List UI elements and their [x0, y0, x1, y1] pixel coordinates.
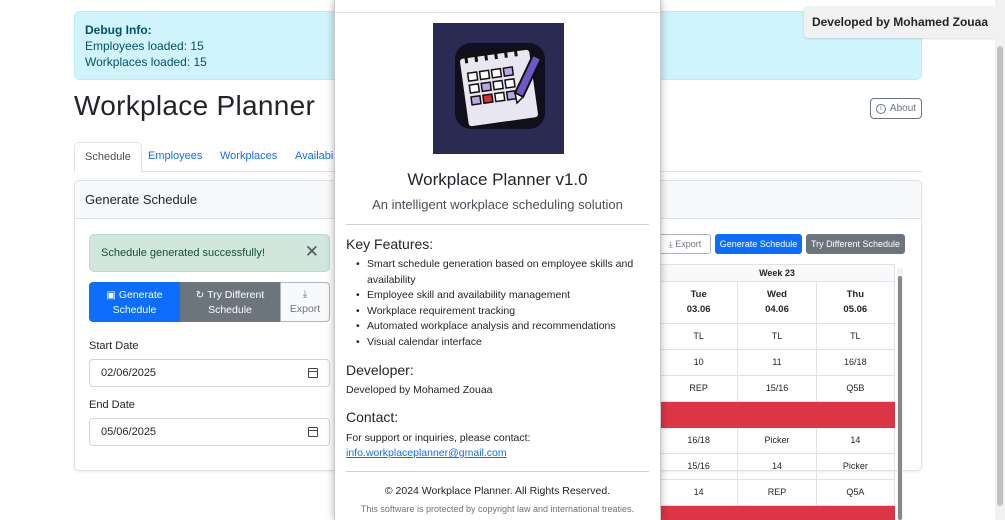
close-icon[interactable]: ✕ [305, 235, 319, 269]
contact-email-link[interactable]: info.workplaceplanner@gmail.com [346, 447, 507, 459]
refresh-icon: ↻ [195, 289, 205, 301]
developer-heading: Developer: [346, 362, 414, 378]
table-cell[interactable]: Picker [738, 428, 817, 454]
table-row: 16/18 Picker 14 [659, 428, 895, 454]
features-list: Smart schedule generation based on emplo… [346, 257, 646, 351]
schedule-scrollbar-thumb[interactable] [898, 276, 902, 520]
table-cell[interactable]: Q5A [816, 480, 895, 506]
calendar-notebook-logo [433, 23, 564, 154]
day-header: Tue 03.06 [659, 282, 739, 324]
table-row-highlighted [659, 506, 895, 520]
table-cell[interactable]: 15/16 [738, 376, 817, 402]
table-cell[interactable]: Picker [816, 454, 895, 480]
success-message: Schedule generated successfully! [101, 247, 265, 259]
list-item: Smart schedule generation based on emplo… [346, 257, 646, 288]
table-cell[interactable]: Q5B [816, 376, 895, 402]
calendar-icon[interactable] [308, 368, 318, 378]
list-item: Employee skill and availability manageme… [346, 288, 646, 304]
about-modal: Workplace Planner v1.0 An intelligent wo… [334, 0, 661, 520]
table-cell[interactable]: 14 [738, 454, 817, 480]
modal-divider [346, 224, 649, 225]
table-cell[interactable] [738, 402, 817, 428]
table-cell[interactable]: 16/18 [659, 428, 739, 454]
info-icon: i [875, 103, 886, 114]
table-cell[interactable] [816, 402, 895, 428]
contact-text: For support or inquiries, please contact… [346, 432, 531, 444]
legal-text: This software is protected by copyright … [360, 504, 635, 514]
table-cell[interactable]: 15/16 [659, 454, 739, 480]
start-date-label: Start Date [89, 340, 139, 352]
toolbar-export-button[interactable]: ⤓ Export [659, 234, 711, 254]
modal-header-divider [335, 12, 660, 13]
start-date-input[interactable]: 02/06/2025 [89, 359, 330, 387]
table-cell[interactable]: 14 [816, 428, 895, 454]
list-item: Visual calendar interface [346, 335, 646, 351]
table-row-highlighted [659, 402, 895, 428]
copyright-text: © 2024 Workplace Planner. All Rights Res… [384, 485, 611, 497]
table-cell[interactable] [659, 506, 739, 520]
table-cell[interactable]: TL [659, 324, 739, 350]
table-cell[interactable] [816, 506, 895, 520]
schedule-scrollbar[interactable] [897, 268, 903, 520]
table-cell[interactable]: TL [738, 324, 817, 350]
success-alert: Schedule generated successfully! ✕ [89, 234, 330, 272]
table-cell[interactable]: 16/18 [816, 350, 895, 376]
calendar-icon: ▣ [106, 289, 116, 301]
table-cell[interactable]: 10 [659, 350, 739, 376]
generate-schedule-button[interactable]: ▣ Generate Schedule [89, 282, 180, 322]
toolbar-generate-button[interactable]: Generate Schedule [715, 234, 802, 254]
table-cell[interactable] [738, 506, 817, 520]
table-cell[interactable]: 11 [738, 350, 817, 376]
developer-text: Developed by Mohamed Zouaa [346, 384, 493, 396]
download-icon: ⤓ [302, 289, 308, 300]
tab-schedule[interactable]: Schedule [74, 142, 142, 173]
calendar-icon[interactable] [308, 427, 318, 437]
day-header: Wed 04.06 [738, 282, 817, 324]
day-header: Thu 05.06 [816, 282, 895, 324]
table-row: 10 11 16/18 [659, 350, 895, 376]
list-item: Workplace requirement tracking [346, 304, 646, 320]
modal-title: Workplace Planner v1.0 [407, 170, 588, 189]
modal-subtitle: An intelligent workplace scheduling solu… [372, 197, 623, 212]
table-cell[interactable]: TL [816, 324, 895, 350]
modal-divider [346, 471, 649, 472]
list-item: Automated workplace analysis and recomme… [346, 319, 646, 335]
table-row: 14 REP Q5A [659, 480, 895, 506]
table-cell[interactable] [659, 402, 739, 428]
table-cell[interactable]: REP [659, 376, 739, 402]
about-label: About [889, 103, 917, 114]
week-header: Week 23 [659, 264, 895, 282]
page-scrollbar[interactable] [995, 0, 1005, 520]
end-date-label: End Date [89, 399, 135, 411]
table-cell[interactable]: 14 [659, 480, 739, 506]
about-button[interactable]: i About [870, 98, 922, 119]
schedule-action-group: ▣ Generate Schedule ↻ Try Different Schedu… [89, 282, 330, 322]
developer-tag: Developed by Mohamed Zouaa [803, 6, 996, 38]
end-date-input[interactable]: 05/06/2025 [89, 418, 330, 446]
try-different-schedule-button[interactable]: ↻ Try Different Schedule [180, 282, 280, 322]
tab-employees[interactable]: Employees [138, 142, 212, 172]
page-scrollbar-thumb[interactable] [997, 46, 1003, 506]
export-button[interactable]: ⤓ Export [280, 282, 330, 322]
features-heading: Key Features: [346, 236, 434, 252]
table-row: REP 15/16 Q5B [659, 376, 895, 402]
table-row: TL TL TL [659, 324, 895, 350]
table-row: 15/16 14 Picker [659, 454, 895, 480]
tab-workplaces[interactable]: Workplaces [210, 142, 287, 172]
toolbar-try-different-button[interactable]: Try Different Schedule [806, 234, 905, 254]
contact-heading: Contact: [346, 409, 399, 425]
schedule-table: Week 23 Tue 03.06 Wed 04.06 Thu 05.06 TL TL… [659, 264, 895, 520]
page-title: Workplace Planner [74, 90, 316, 121]
day-header-row: Tue 03.06 Wed 04.06 Thu 05.06 [659, 282, 895, 324]
table-cell[interactable]: REP [738, 480, 817, 506]
